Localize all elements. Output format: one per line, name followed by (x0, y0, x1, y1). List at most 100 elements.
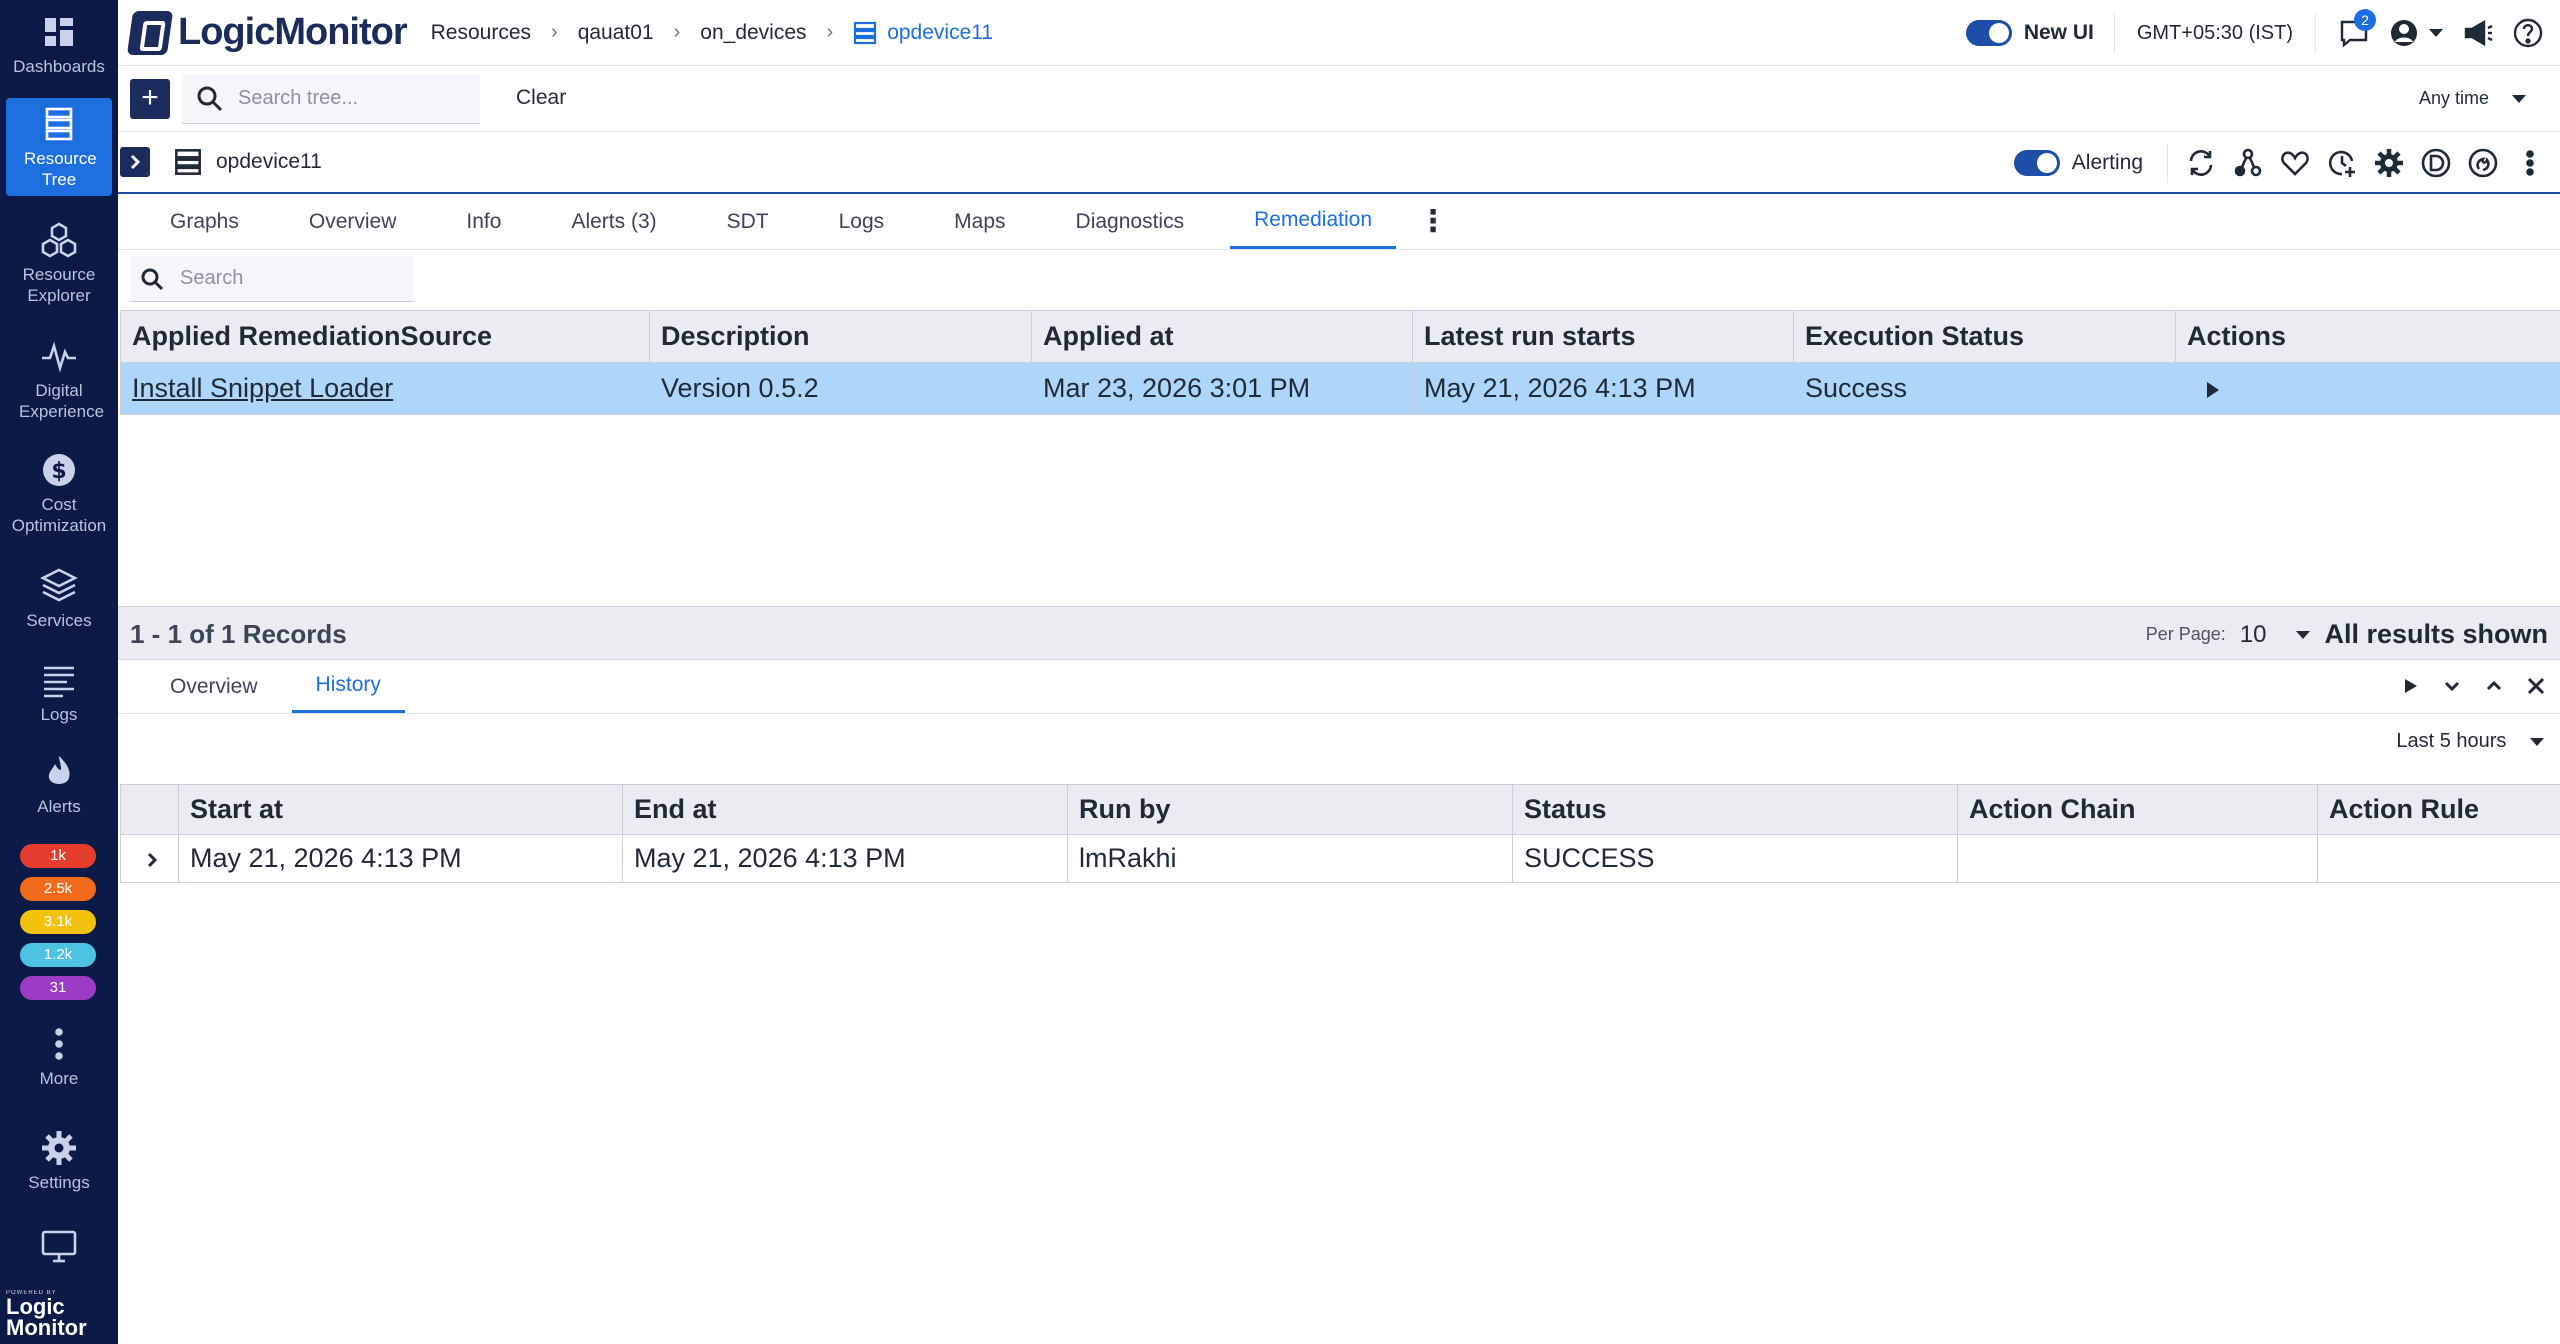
time-range-value: Any time (2418, 88, 2489, 108)
cell-actions (2175, 362, 2560, 415)
alert-badge-warning[interactable]: 3.1k (20, 910, 96, 934)
user-menu-button[interactable] (2386, 15, 2422, 51)
expand-panel-button[interactable] (2480, 672, 2508, 700)
tab-info[interactable]: Info (442, 194, 525, 249)
run-remediation-play-icon[interactable] (2207, 381, 2219, 398)
history-time-range-select[interactable]: Last 5 hours (2396, 730, 2544, 753)
announcements-button[interactable] (2460, 15, 2496, 51)
alert-badge-error[interactable]: 2.5k (20, 877, 96, 901)
tab-diagnostics[interactable]: Diagnostics (1052, 194, 1209, 249)
tab-remediation[interactable]: Remediation (1230, 194, 1396, 249)
cell-status: SUCCESS (1512, 834, 1958, 883)
chevron-down-icon (2530, 737, 2544, 746)
device-name: opdevice11 (216, 150, 322, 173)
nav-item-resource-explorer[interactable]: Resource Explorer (0, 220, 118, 306)
clock-add-icon (2328, 150, 2355, 177)
nav-label-digital-experience: Digital Experience (19, 381, 105, 421)
per-page-select[interactable]: 10 (2240, 621, 2267, 649)
topology-button[interactable] (2231, 146, 2265, 180)
column-header-end-at[interactable]: End at (622, 784, 1068, 835)
more-vertical-icon (2526, 150, 2534, 176)
tab-detail-history[interactable]: History (291, 660, 405, 713)
remediation-search-placeholder: Search (180, 267, 244, 289)
help-button[interactable] (2510, 15, 2546, 51)
alerts-icon (48, 756, 70, 784)
expand-tree-button[interactable] (120, 147, 150, 177)
remediation-source-link[interactable]: Install Snippet Loader (132, 373, 393, 403)
nav-item-resource-tree[interactable]: Resource Tree (6, 98, 112, 196)
brand-logo[interactable]: LogicMonitor (126, 10, 408, 55)
table-row[interactable]: May 21, 2026 4:13 PM May 21, 2026 4:13 P… (120, 834, 2560, 883)
column-header-latest-run[interactable]: Latest run starts (1412, 310, 1794, 363)
nav-item-alerts[interactable]: Alerts (0, 752, 118, 817)
nav-item-services[interactable]: Services (0, 566, 118, 631)
column-header-run-by[interactable]: Run by (1067, 784, 1513, 835)
digital-experience-icon (42, 341, 76, 373)
tree-search-input[interactable]: Search tree... (182, 74, 480, 124)
user-avatar-icon (2391, 20, 2417, 46)
notifications-button[interactable]: 2 (2336, 9, 2376, 51)
run-button[interactable] (2396, 672, 2424, 700)
tab-alerts[interactable]: Alerts (3) (547, 194, 680, 249)
chevron-right-icon: › (551, 21, 558, 43)
remediation-search-input[interactable]: Search (130, 256, 414, 302)
powered-by-brand: Logic Monitor (6, 1294, 87, 1340)
nav-item-more[interactable]: More (0, 1024, 118, 1089)
tab-detail-overview[interactable]: Overview (146, 660, 282, 713)
column-header-action-rule[interactable]: Action Rule (2317, 784, 2560, 835)
breadcrumb-current-device[interactable]: opdevice11 (853, 21, 993, 45)
remediation-button[interactable] (2466, 146, 2500, 180)
nav-item-settings[interactable]: Settings (0, 1128, 118, 1193)
nav-item-logs[interactable]: Logs (0, 660, 118, 725)
nav-item-display[interactable] (0, 1226, 118, 1270)
clear-button[interactable]: Clear (516, 86, 566, 110)
nav-label-more: More (39, 1069, 79, 1088)
column-header-start-at[interactable]: Start at (178, 784, 623, 835)
nav-item-dashboards[interactable]: Dashboards (0, 12, 118, 77)
breadcrumb-resources[interactable]: Resources (431, 21, 531, 45)
column-header-source[interactable]: Applied RemediationSource (120, 310, 650, 363)
new-ui-toggle[interactable] (1965, 20, 2012, 46)
chevron-down-icon[interactable] (2296, 630, 2311, 639)
more-actions-button[interactable] (2513, 146, 2547, 180)
tab-maps[interactable]: Maps (930, 194, 1029, 249)
collapse-panel-button[interactable] (2438, 672, 2466, 700)
notification-count-badge: 2 (2354, 9, 2376, 31)
refresh-button[interactable] (2184, 146, 2218, 180)
breadcrumb-on-devices[interactable]: on_devices (700, 21, 806, 45)
column-header-execution-status[interactable]: Execution Status (1793, 310, 2176, 363)
time-range-select[interactable]: Any time (2419, 88, 2526, 109)
user-menu-dropdown[interactable] (2426, 15, 2446, 51)
tab-graphs[interactable]: Graphs (146, 194, 263, 249)
column-header-action-chain[interactable]: Action Chain (1957, 784, 2318, 835)
column-header-description[interactable]: Description (649, 310, 1032, 363)
diagnostics-button[interactable] (2419, 146, 2453, 180)
alert-badge-info[interactable]: 1.2k (20, 943, 96, 967)
alerting-toggle[interactable] (2013, 150, 2060, 176)
column-header-status[interactable]: Status (1512, 784, 1958, 835)
column-header-applied-at[interactable]: Applied at (1031, 310, 1413, 363)
tab-overview[interactable]: Overview (285, 194, 421, 249)
nav-item-cost-optimization[interactable]: $ Cost Optimization (0, 450, 118, 536)
left-nav: Dashboards Resource Tree Resource Explor… (0, 0, 118, 1344)
add-resource-button[interactable]: + (130, 79, 170, 119)
table-header-row: Start at End at Run by Status Action Cha… (120, 784, 2560, 835)
close-panel-button[interactable] (2522, 672, 2550, 700)
nav-item-digital-experience[interactable]: Digital Experience (0, 336, 118, 422)
svg-text:$: $ (51, 459, 66, 484)
tab-logs[interactable]: Logs (815, 194, 909, 249)
search-icon (197, 86, 223, 111)
table-row[interactable]: Install Snippet Loader Version 0.5.2 Mar… (120, 362, 2560, 415)
timezone-display[interactable]: GMT+05:30 (IST) (2115, 22, 2315, 45)
schedule-sdt-button[interactable] (2325, 146, 2359, 180)
settings-button[interactable] (2372, 146, 2406, 180)
more-tabs-button[interactable]: ⋮ (1410, 194, 1456, 249)
divider (2167, 143, 2168, 183)
cell-expand[interactable] (120, 834, 179, 883)
tab-sdt[interactable]: SDT (703, 194, 793, 249)
pagination-bar: 1 - 1 of 1 Records Per Page: 10 All resu… (118, 606, 2560, 660)
alert-badge-other[interactable]: 31 (20, 976, 96, 1000)
breadcrumb-qauat01[interactable]: qauat01 (578, 21, 654, 45)
alert-badge-critical[interactable]: 1k (20, 844, 96, 868)
favorite-button[interactable] (2278, 146, 2312, 180)
